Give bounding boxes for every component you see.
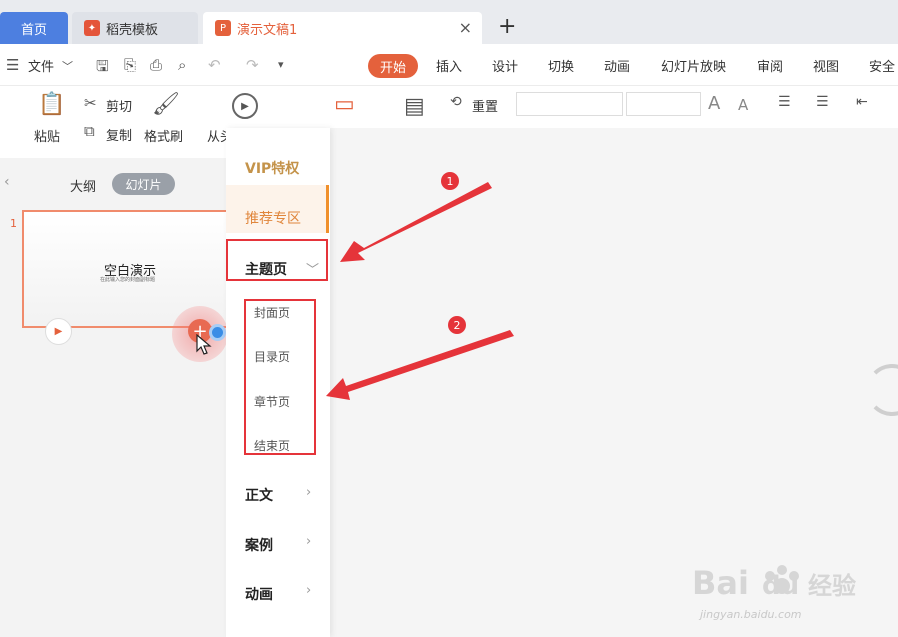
annotation-arrow-1 — [340, 182, 492, 262]
annotation-arrow-2 — [326, 330, 514, 400]
svg-text:Bai: Bai — [692, 564, 749, 602]
annotation-arrows — [326, 182, 514, 400]
svg-text:经验: 经验 — [808, 572, 856, 600]
watermark-url: jingyan.baidu.com — [700, 608, 802, 621]
svg-text:du: du — [762, 571, 799, 601]
